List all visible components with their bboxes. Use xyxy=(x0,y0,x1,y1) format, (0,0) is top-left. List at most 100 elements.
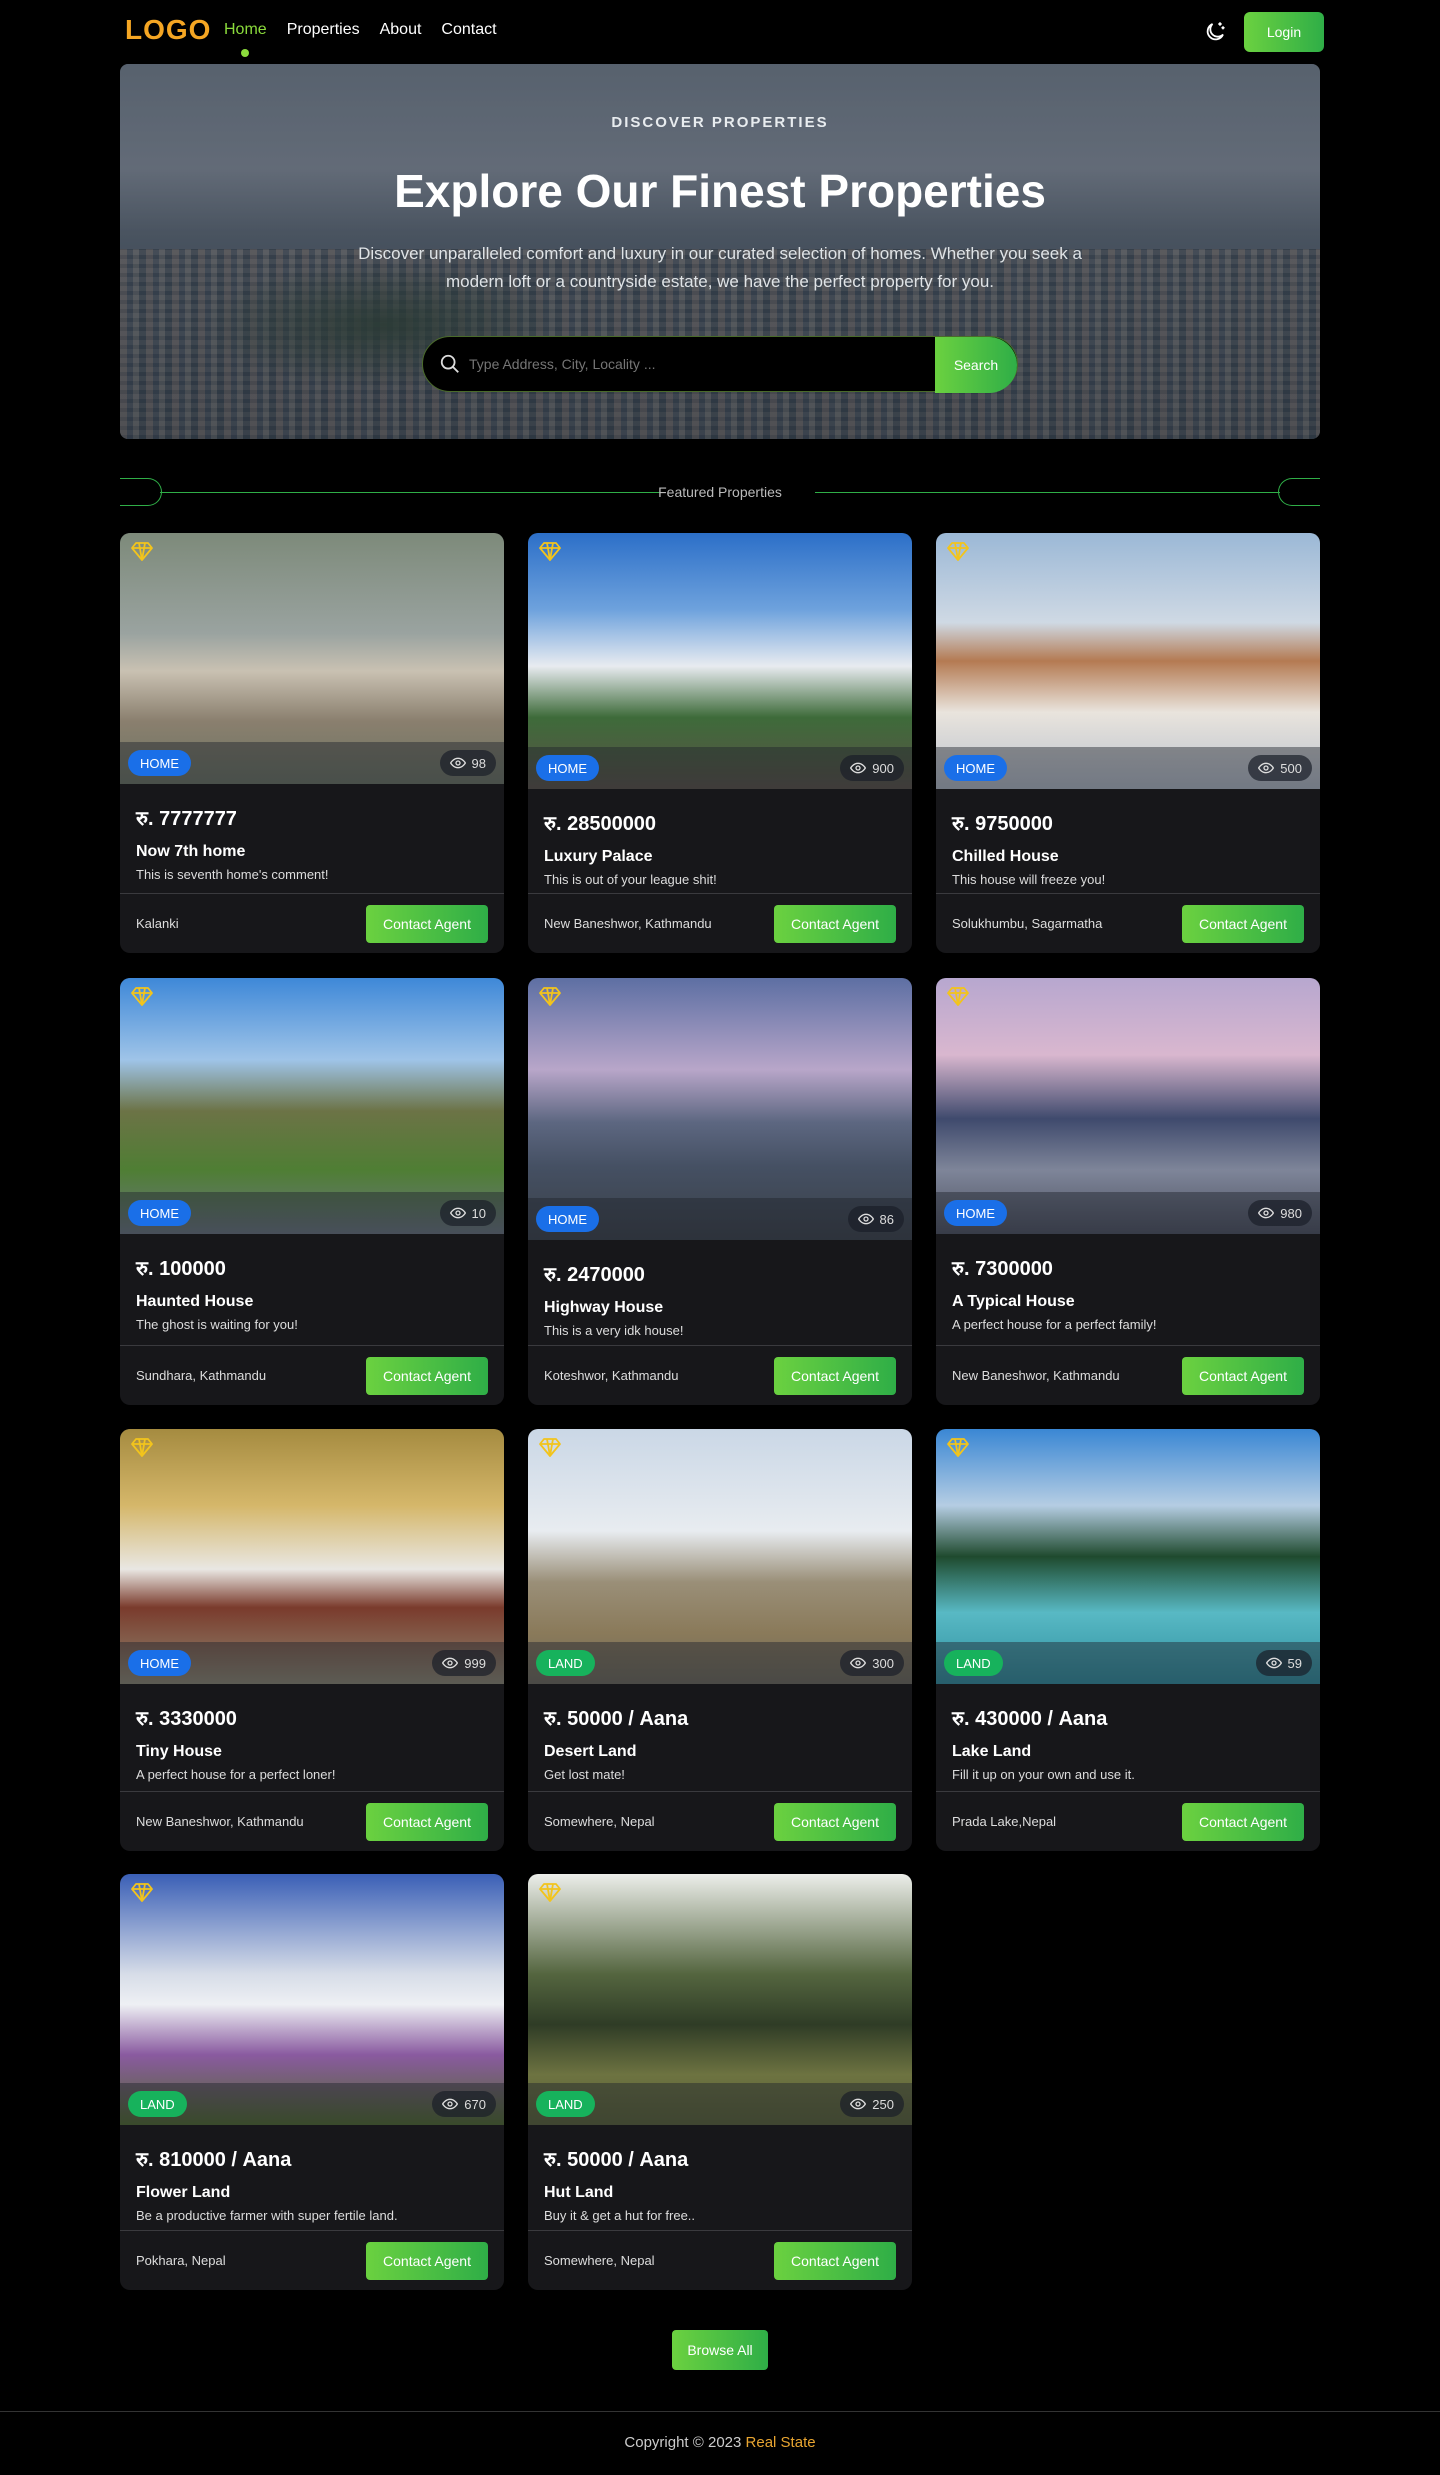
property-image[interactable]: LAND 300 xyxy=(528,1429,912,1684)
view-count-value: 900 xyxy=(872,760,894,776)
contact-agent-button[interactable]: Contact Agent xyxy=(774,1802,896,1841)
property-price: रु. 3330000 xyxy=(136,1708,237,1730)
hero-banner: DISCOVER PROPERTIES Explore Our Finest P… xyxy=(120,64,1320,439)
contact-agent-button[interactable]: Contact Agent xyxy=(366,1356,488,1395)
property-description: The ghost is waiting for you! xyxy=(136,1317,298,1332)
property-card[interactable]: HOME 900 रु. 28500000 Luxury Palace This is … xyxy=(528,533,912,953)
divider-cap-right xyxy=(1278,478,1320,506)
card-footer: Pokhara, Nepal Contact Agent xyxy=(120,2230,504,2290)
contact-agent-button[interactable]: Contact Agent xyxy=(366,904,488,943)
property-title[interactable]: Highway House xyxy=(544,1299,896,1317)
nav-link-properties[interactable]: Properties xyxy=(287,21,360,39)
contact-agent-button[interactable]: Contact Agent xyxy=(1182,904,1304,943)
contact-agent-button[interactable]: Contact Agent xyxy=(774,904,896,943)
property-type-badge: HOME xyxy=(128,1200,191,1226)
contact-agent-button[interactable]: Contact Agent xyxy=(774,1356,896,1395)
nav-link-about[interactable]: About xyxy=(380,21,422,39)
property-title[interactable]: A Typical House xyxy=(952,1293,1304,1311)
view-count: 980 xyxy=(1248,1200,1312,1226)
property-description: This is out of your league shit! xyxy=(544,872,717,887)
property-title[interactable]: Luxury Palace xyxy=(544,848,896,866)
property-image[interactable]: HOME 900 xyxy=(528,533,912,789)
card-footer: New Baneshwor, Kathmandu Contact Agent xyxy=(120,1791,504,1851)
property-image[interactable]: HOME 500 xyxy=(936,533,1320,789)
property-location: New Baneshwor, Kathmandu xyxy=(136,1814,304,1829)
hero-title: Explore Our Finest Properties xyxy=(394,165,1046,217)
section-heading: Featured Properties xyxy=(120,478,1320,506)
property-card[interactable]: HOME 10 रु. 100000 Haunted House The ghost i… xyxy=(120,978,504,1405)
contact-agent-button[interactable]: Contact Agent xyxy=(1182,1356,1304,1395)
premium-diamond-icon xyxy=(538,539,562,563)
premium-diamond-icon xyxy=(946,539,970,563)
property-title[interactable]: Lake Land xyxy=(952,1743,1304,1761)
contact-agent-button[interactable]: Contact Agent xyxy=(366,1802,488,1841)
property-image[interactable]: HOME 999 xyxy=(120,1429,504,1684)
property-image[interactable]: LAND 670 xyxy=(120,1874,504,2125)
property-description: A perfect house for a perfect family! xyxy=(952,1317,1157,1332)
view-count-value: 980 xyxy=(1280,1205,1302,1221)
login-button[interactable]: Login xyxy=(1244,12,1324,52)
view-count: 900 xyxy=(840,755,904,781)
contact-agent-button[interactable]: Contact Agent xyxy=(366,2241,488,2280)
property-card[interactable]: HOME 98 रु. 7777777 Now 7th home This is sev… xyxy=(120,533,504,953)
eye-icon xyxy=(850,1655,867,1671)
eye-icon xyxy=(442,2096,459,2112)
property-location: Solukhumbu, Sagarmatha xyxy=(952,916,1103,931)
property-type-badge: HOME xyxy=(944,1200,1007,1226)
property-card[interactable]: HOME 86 रु. 2470000 Highway House This is a … xyxy=(528,978,912,1405)
property-title[interactable]: Desert Land xyxy=(544,1743,896,1761)
premium-diamond-icon xyxy=(538,984,562,1008)
property-title[interactable]: Tiny House xyxy=(136,1743,488,1761)
property-card[interactable]: LAND 670 रु. 810000 / Aana Flower Land Be a … xyxy=(120,1874,504,2290)
view-count-value: 300 xyxy=(872,1655,894,1671)
property-location: New Baneshwor, Kathmandu xyxy=(952,1368,1120,1383)
property-card[interactable]: HOME 980 रु. 7300000 A Typical House A perfe… xyxy=(936,978,1320,1405)
contact-agent-button[interactable]: Contact Agent xyxy=(1182,1802,1304,1841)
property-type-badge: HOME xyxy=(944,755,1007,781)
property-card[interactable]: LAND 250 रु. 50000 / Aana Hut Land Buy it & … xyxy=(528,1874,912,2290)
property-title[interactable]: Chilled House xyxy=(952,848,1304,866)
footer: Copyright © 2023 Real State xyxy=(0,2434,1440,2451)
view-count: 670 xyxy=(432,2091,496,2117)
nav-link-home[interactable]: Home xyxy=(224,21,267,39)
search-button[interactable]: Search xyxy=(935,337,1017,393)
property-image[interactable]: HOME 10 xyxy=(120,978,504,1234)
property-image[interactable]: HOME 98 xyxy=(120,533,504,784)
property-card[interactable]: LAND 59 रु. 430000 / Aana Lake Land Fill it … xyxy=(936,1429,1320,1851)
logo[interactable]: LOGO xyxy=(125,14,211,46)
property-card[interactable]: HOME 500 रु. 9750000 Chilled House This hous… xyxy=(936,533,1320,953)
view-count-value: 98 xyxy=(471,755,486,771)
view-count-value: 10 xyxy=(471,1205,486,1221)
property-type-badge: HOME xyxy=(536,1206,599,1232)
property-description: This house will freeze you! xyxy=(952,872,1106,887)
property-price: रु. 9750000 xyxy=(952,813,1053,835)
theme-toggle-icon[interactable] xyxy=(1203,20,1227,44)
property-description: Fill it up on your own and use it. xyxy=(952,1767,1135,1782)
view-count: 300 xyxy=(840,1650,904,1676)
search-input[interactable] xyxy=(469,356,909,372)
property-title[interactable]: Hut Land xyxy=(544,2184,896,2202)
view-count: 250 xyxy=(840,2091,904,2117)
property-location: Somewhere, Nepal xyxy=(544,1814,655,1829)
property-card[interactable]: LAND 300 रु. 50000 / Aana Desert Land Get lo… xyxy=(528,1429,912,1851)
footer-brand[interactable]: Real State xyxy=(746,2434,816,2451)
property-type-badge: LAND xyxy=(128,2091,187,2117)
property-image[interactable]: HOME 86 xyxy=(528,978,912,1240)
eye-icon xyxy=(442,1655,459,1671)
property-title[interactable]: Flower Land xyxy=(136,2184,488,2202)
property-price: रु. 430000 / Aana xyxy=(952,1708,1108,1730)
card-footer: Koteshwor, Kathmandu Contact Agent xyxy=(528,1345,912,1405)
contact-agent-button[interactable]: Contact Agent xyxy=(774,2241,896,2280)
card-footer: New Baneshwor, Kathmandu Contact Agent xyxy=(528,893,912,953)
divider-line-right xyxy=(815,492,1280,493)
property-card[interactable]: HOME 999 रु. 3330000 Tiny House A perfect ho… xyxy=(120,1429,504,1851)
property-image[interactable]: LAND 59 xyxy=(936,1429,1320,1684)
property-title[interactable]: Now 7th home xyxy=(136,843,488,861)
property-location: Koteshwor, Kathmandu xyxy=(544,1368,679,1383)
property-image[interactable]: LAND 250 xyxy=(528,1874,912,2125)
property-image[interactable]: HOME 980 xyxy=(936,978,1320,1234)
nav-link-contact[interactable]: Contact xyxy=(441,21,496,39)
browse-all-button[interactable]: Browse All xyxy=(672,2330,768,2370)
property-title[interactable]: Haunted House xyxy=(136,1293,488,1311)
card-footer: Somewhere, Nepal Contact Agent xyxy=(528,1791,912,1851)
